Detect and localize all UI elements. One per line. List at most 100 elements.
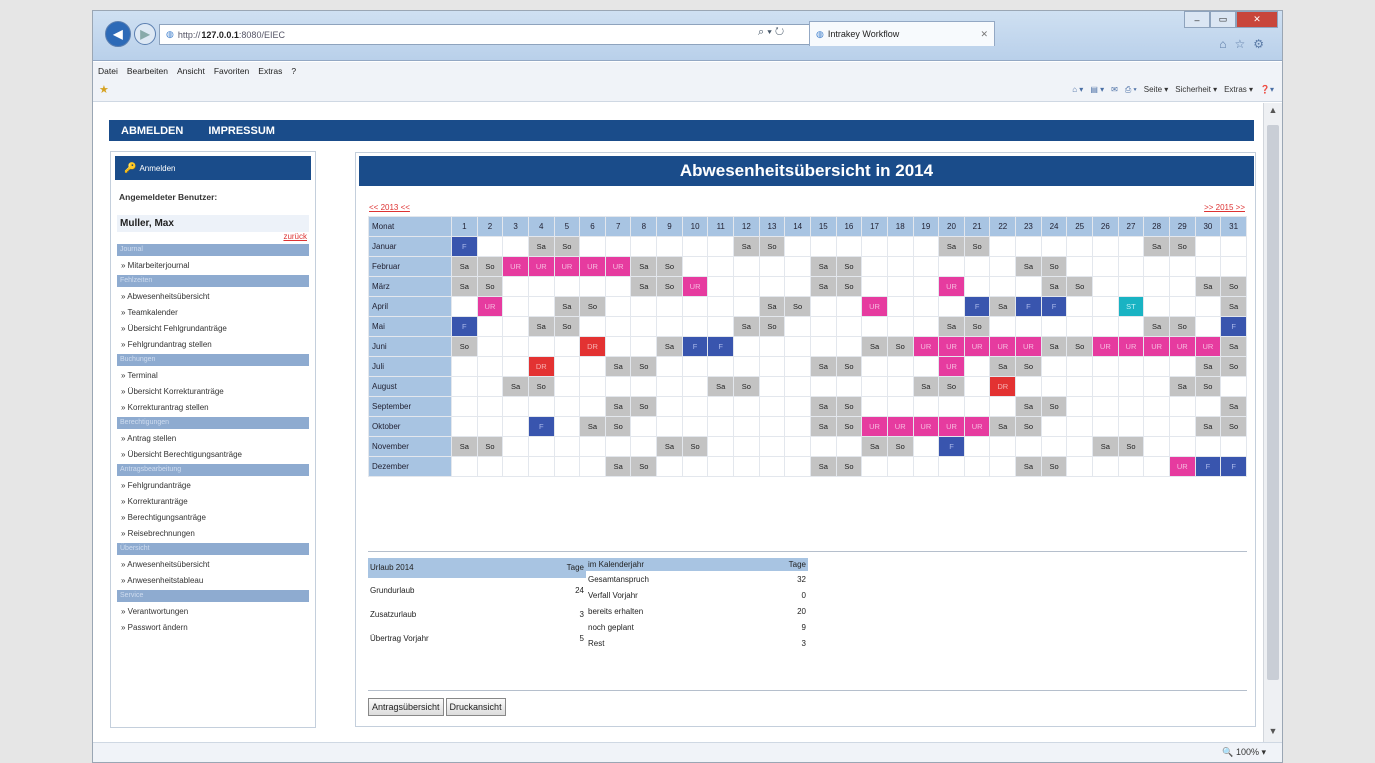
day-cell[interactable]: So: [1040, 456, 1068, 477]
day-cell[interactable]: Sa: [809, 456, 837, 477]
day-cell[interactable]: UR: [527, 256, 555, 277]
sidebar-link[interactable]: » Terminal: [121, 369, 315, 382]
back-button[interactable]: ◀: [105, 21, 131, 47]
day-cell[interactable]: Sa: [938, 316, 965, 337]
day-cell[interactable]: Sa: [1015, 396, 1042, 417]
day-cell[interactable]: UR: [861, 416, 888, 437]
day-cell[interactable]: Sa: [861, 336, 888, 357]
browser-tab[interactable]: ◍ Intrakey Workflow ✕: [809, 21, 995, 46]
day-cell[interactable]: So: [886, 436, 914, 457]
day-cell[interactable]: So: [938, 376, 965, 397]
back-link[interactable]: zurück: [111, 232, 307, 241]
menu-edit[interactable]: Bearbeiten: [127, 66, 168, 76]
day-cell[interactable]: F: [963, 296, 991, 317]
feeds-icon[interactable]: ▤ ▾: [1090, 85, 1104, 95]
day-cell[interactable]: F: [707, 336, 735, 357]
day-cell[interactable]: F: [1220, 316, 1247, 337]
day-cell[interactable]: So: [835, 416, 863, 437]
day-cell[interactable]: So: [553, 316, 581, 337]
day-cell[interactable]: So: [1066, 276, 1094, 297]
day-cell[interactable]: F: [681, 336, 709, 357]
day-cell[interactable]: UR: [938, 276, 965, 297]
day-cell[interactable]: So: [1220, 416, 1247, 437]
day-cell[interactable]: Sa: [656, 336, 683, 357]
day-cell[interactable]: UR: [553, 256, 581, 277]
day-cell[interactable]: So: [1015, 416, 1042, 437]
day-cell[interactable]: So: [1040, 396, 1068, 417]
day-cell[interactable]: UR: [476, 296, 504, 317]
day-cell[interactable]: Sa: [1143, 316, 1170, 337]
day-cell[interactable]: UR: [502, 256, 529, 277]
search-refresh-icons[interactable]: ⌕ ▾ ↻: [758, 26, 784, 39]
day-cell[interactable]: Sa: [630, 276, 658, 297]
day-cell[interactable]: Sa: [630, 256, 658, 277]
day-cell[interactable]: Sa: [451, 276, 478, 297]
day-cell[interactable]: So: [1168, 236, 1196, 257]
day-cell[interactable]: Sa: [451, 436, 478, 457]
print-view-button[interactable]: Druckansicht: [445, 698, 506, 716]
menu-help[interactable]: ?: [291, 66, 296, 76]
day-cell[interactable]: So: [1117, 436, 1145, 457]
day-cell[interactable]: So: [579, 296, 606, 317]
day-cell[interactable]: DR: [989, 376, 1017, 397]
day-cell[interactable]: Sa: [1040, 276, 1068, 297]
day-cell[interactable]: Sa: [1194, 276, 1222, 297]
sidebar-link[interactable]: » Mitarbeiterjournal: [121, 259, 315, 272]
day-cell[interactable]: So: [758, 236, 786, 257]
sidebar-link[interactable]: » Verantwortungen: [121, 605, 315, 618]
sidebar-link[interactable]: » Übersicht Korrekturanträge: [121, 385, 315, 398]
sidebar-link[interactable]: » Fehlgrundanträge: [121, 479, 315, 492]
sidebar-header[interactable]: 🔑 Anmelden: [115, 156, 311, 180]
day-cell[interactable]: F: [938, 436, 965, 457]
home-icon[interactable]: ⌂ ▾: [1072, 85, 1083, 95]
day-cell[interactable]: So: [733, 376, 760, 397]
day-cell[interactable]: So: [1220, 356, 1247, 377]
favorites-star-icon[interactable]: ★: [99, 83, 109, 96]
day-cell[interactable]: Sa: [1194, 356, 1222, 377]
sidebar-link[interactable]: » Passwort ändern: [121, 621, 315, 634]
day-cell[interactable]: UR: [604, 256, 632, 277]
day-cell[interactable]: UR: [1194, 336, 1222, 357]
day-cell[interactable]: So: [476, 276, 504, 297]
sidebar-link[interactable]: » Fehlgrundantrag stellen: [121, 338, 315, 351]
day-cell[interactable]: Sa: [912, 376, 940, 397]
day-cell[interactable]: UR: [963, 336, 991, 357]
day-cell[interactable]: UR: [938, 356, 965, 377]
logout-link[interactable]: ABMELDEN: [121, 125, 183, 137]
day-cell[interactable]: So: [835, 276, 863, 297]
sidebar-link[interactable]: » Übersicht Berechtigungsanträge: [121, 448, 315, 461]
day-cell[interactable]: ST: [1117, 296, 1145, 317]
day-cell[interactable]: Sa: [809, 396, 837, 417]
sidebar-link[interactable]: » Korrekturantrag stellen: [121, 401, 315, 414]
day-cell[interactable]: So: [527, 376, 555, 397]
day-cell[interactable]: Sa: [809, 276, 837, 297]
day-cell[interactable]: UR: [912, 416, 940, 437]
day-cell[interactable]: So: [835, 256, 863, 277]
day-cell[interactable]: So: [963, 236, 991, 257]
day-cell[interactable]: Sa: [527, 316, 555, 337]
menu-tools[interactable]: Extras: [258, 66, 282, 76]
day-cell[interactable]: So: [1040, 256, 1068, 277]
sidebar-link[interactable]: » Übersicht Fehlgrundanträge: [121, 322, 315, 335]
close-window-button[interactable]: ✕: [1236, 11, 1278, 28]
help-icon[interactable]: ❓▾: [1260, 85, 1274, 95]
day-cell[interactable]: So: [1066, 336, 1094, 357]
day-cell[interactable]: F: [451, 236, 478, 257]
day-cell[interactable]: So: [886, 336, 914, 357]
day-cell[interactable]: Sa: [989, 356, 1017, 377]
day-cell[interactable]: So: [784, 296, 811, 317]
menu-file[interactable]: Datei: [98, 66, 118, 76]
day-cell[interactable]: UR: [912, 336, 940, 357]
browser-toolbar-icons[interactable]: ⌂☆⚙: [1219, 37, 1272, 51]
vertical-scrollbar[interactable]: ▲ ▼: [1263, 103, 1282, 744]
day-cell[interactable]: F: [1040, 296, 1068, 317]
day-cell[interactable]: So: [835, 396, 863, 417]
forward-button[interactable]: ▶: [134, 23, 156, 45]
day-cell[interactable]: UR: [938, 336, 965, 357]
menu-page[interactable]: Seite ▾: [1144, 85, 1168, 95]
day-cell[interactable]: Sa: [1220, 336, 1247, 357]
day-cell[interactable]: Sa: [938, 236, 965, 257]
applications-overview-button[interactable]: Antragsübersicht: [368, 698, 444, 716]
maximize-button[interactable]: ▭: [1210, 11, 1236, 28]
day-cell[interactable]: UR: [681, 276, 709, 297]
